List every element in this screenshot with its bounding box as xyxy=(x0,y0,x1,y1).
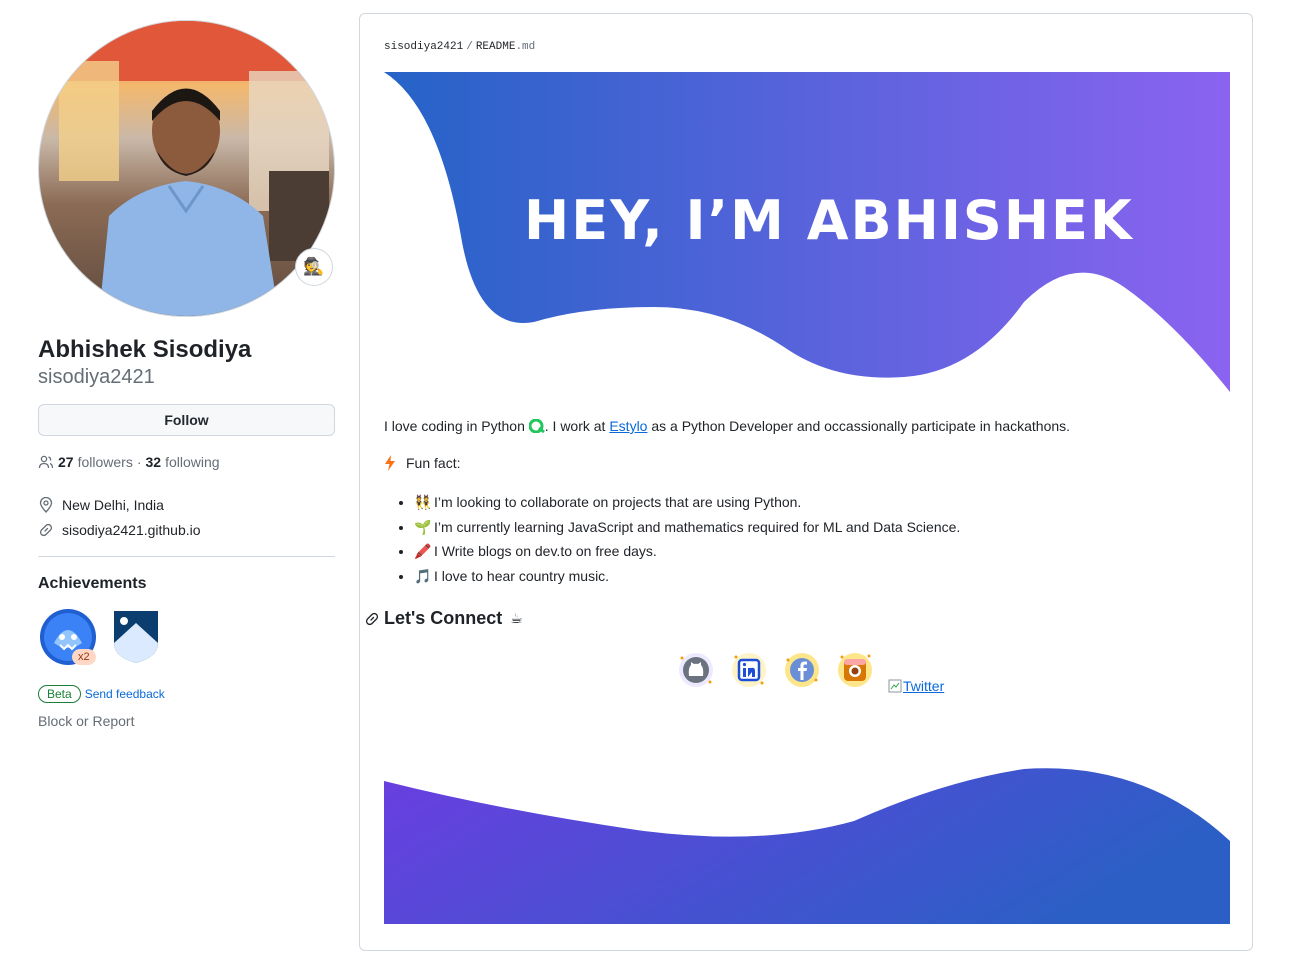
hero-banner: HEY, I’M ABHISHEK xyxy=(384,72,1230,392)
link-icon xyxy=(39,523,53,536)
status-emoji-badge[interactable]: 🕵️ xyxy=(295,248,333,286)
intro-paragraph: I love coding in Python . I work at Esty… xyxy=(384,418,1070,434)
vcard-location: New Delhi, India xyxy=(38,492,335,517)
achievement-count: x2 xyxy=(72,649,96,665)
footer-wave-banner xyxy=(384,768,1230,924)
profile-fullname: Abhishek Sisodiya xyxy=(38,336,252,363)
list-item: 🖍️I Write blogs on dev.to on free days. xyxy=(414,539,960,564)
follow-stats: 27 followers · 32 following xyxy=(38,454,335,470)
following-link[interactable]: 32 following xyxy=(146,454,220,470)
breadcrumb: sisodiya2421/README.md xyxy=(384,41,535,53)
instagram-icon[interactable] xyxy=(833,648,877,692)
avatar-photo xyxy=(39,21,334,316)
fact-text: I’m currently learning JavaScript and ma… xyxy=(434,518,961,535)
avatar-container: 🕵️ xyxy=(38,20,335,317)
connect-title-text: Let's Connect xyxy=(384,608,503,628)
list-item: 👯I’m looking to collaborate on projects … xyxy=(414,490,960,515)
detective-icon: 🕵️ xyxy=(303,257,325,276)
dancers-icon: 👯 xyxy=(414,494,432,510)
python-icon xyxy=(528,418,545,434)
fact-text: I Write blogs on dev.to on free days. xyxy=(434,543,657,559)
fact-text: I’m looking to collaborate on projects t… xyxy=(434,494,802,510)
twitter-label: Twitter xyxy=(903,678,945,694)
intro-suffix: as a Python Developer and occassionally … xyxy=(647,418,1071,434)
fact-text: I love to hear country music. xyxy=(434,567,610,584)
following-label: following xyxy=(165,454,220,470)
block-report-link[interactable]: Block or Report xyxy=(38,713,335,729)
achievements-title: Achievements xyxy=(38,575,147,592)
follow-button[interactable]: Follow xyxy=(38,404,335,436)
music-note-icon: 🎵 xyxy=(414,567,432,584)
achievement-arctic[interactable] xyxy=(112,607,176,671)
twitter-link[interactable]: Twitter xyxy=(888,678,944,694)
people-icon xyxy=(38,455,54,469)
following-count: 32 xyxy=(145,454,162,470)
hero-title: HEY, I’M ABHISHEK xyxy=(524,189,1134,252)
followers-link[interactable]: 27 followers xyxy=(58,454,133,470)
arctic-badge-icon xyxy=(114,611,158,663)
achievements-list: x2 xyxy=(38,607,335,671)
readme-panel: sisodiya2421/README.md HEY, I’M ABHISHEK… xyxy=(359,13,1253,951)
profile-sidebar: 🕵️ Abhishek Sisodiya sisodiya2421 Follow… xyxy=(38,20,335,729)
lets-connect-heading: Let's Connect ☕ xyxy=(364,608,523,629)
follow-separator: · xyxy=(136,454,142,470)
breadcrumb-separator: / xyxy=(466,41,473,53)
list-item: 🌱I’m currently learning JavaScript and m… xyxy=(414,515,960,540)
breadcrumb-ext: .md xyxy=(515,41,536,53)
vcard-details: New Delhi, India sisodiya2421.github.io xyxy=(38,492,335,542)
sidebar-divider xyxy=(38,556,335,557)
crayon-icon: 🖍️ xyxy=(414,543,432,559)
beta-feedback-row: Beta Send feedback xyxy=(38,685,335,703)
coffee-icon: ☕ xyxy=(510,610,523,626)
intro-prefix: I love coding in Python xyxy=(384,418,529,434)
location-text: New Delhi, India xyxy=(62,496,164,513)
breadcrumb-file[interactable]: README xyxy=(476,41,516,53)
broken-image-icon xyxy=(888,679,902,693)
send-feedback-link[interactable]: Send feedback xyxy=(85,687,165,701)
location-icon xyxy=(39,496,53,513)
achievement-pull-shark[interactable]: x2 xyxy=(38,607,102,671)
beta-label: Beta xyxy=(38,685,81,703)
lightning-icon xyxy=(385,455,395,471)
github-icon[interactable] xyxy=(674,648,718,692)
profile-login: sisodiya2421 xyxy=(38,366,155,388)
website-link[interactable]: sisodiya2421.github.io xyxy=(62,522,201,538)
avatar[interactable] xyxy=(38,20,335,317)
fun-facts-list: 👯I’m looking to collaborate on projects … xyxy=(384,490,960,588)
followers-count: 27 xyxy=(58,454,74,470)
list-item: 🎵I love to hear country music. xyxy=(414,564,960,589)
facebook-icon[interactable] xyxy=(780,648,824,692)
followers-label: followers xyxy=(77,454,133,470)
social-links: Twitter xyxy=(674,648,944,694)
estylo-link[interactable]: Estylo xyxy=(609,418,647,434)
intro-mid: . I work at xyxy=(544,418,610,434)
seedling-icon: 🌱 xyxy=(414,518,432,535)
anchor-link-icon[interactable] xyxy=(364,611,380,627)
vcard-website[interactable]: sisodiya2421.github.io xyxy=(38,517,335,542)
linkedin-icon[interactable] xyxy=(727,648,771,692)
fun-fact-label: Fun fact: xyxy=(406,455,461,471)
breadcrumb-user[interactable]: sisodiya2421 xyxy=(384,41,463,53)
fun-fact-heading: Fun fact: xyxy=(384,455,460,471)
